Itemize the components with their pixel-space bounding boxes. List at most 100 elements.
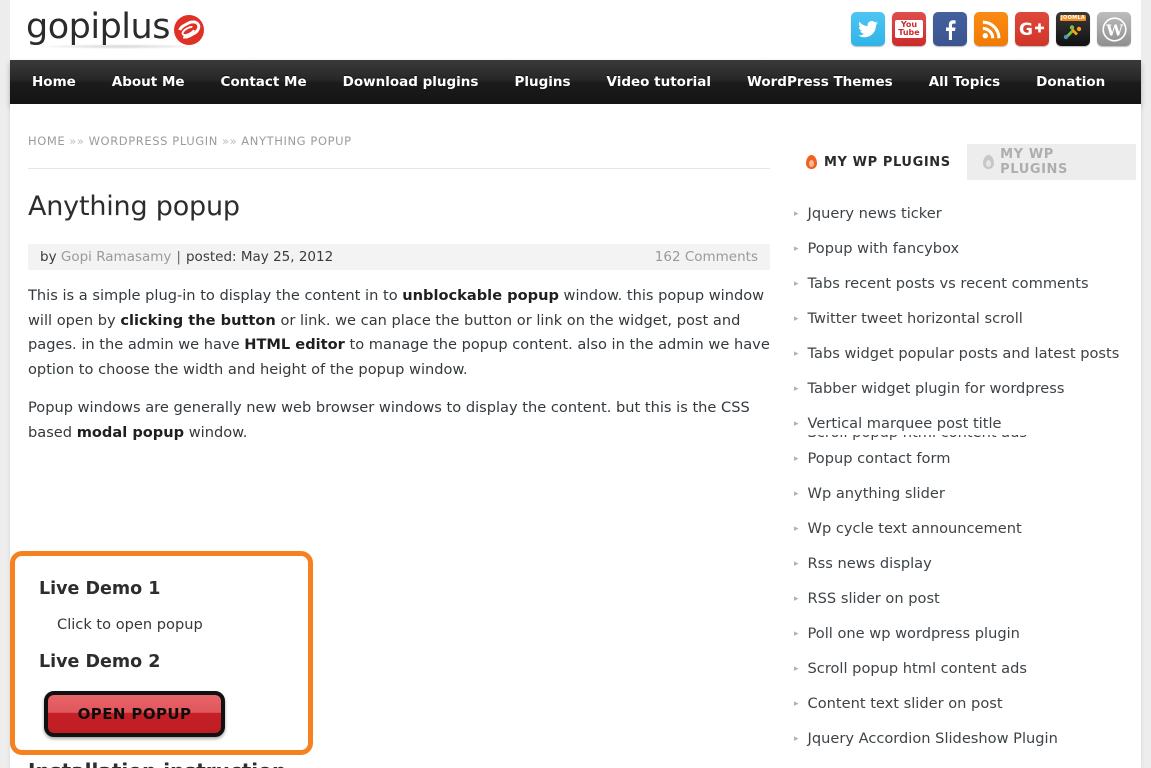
list-item[interactable]: ▸ Tabs widget popular posts and latest po… bbox=[790, 336, 1136, 371]
p1-bold-a: unblockable popup bbox=[402, 287, 559, 304]
list-item[interactable]: ▸ Popup with fancybox bbox=[790, 231, 1136, 266]
nav-item-donation[interactable]: Donation bbox=[1018, 74, 1123, 90]
p1-text-a: This is a simple plug-in to display the … bbox=[28, 287, 403, 304]
chevron-right-icon: ▸ bbox=[794, 418, 799, 429]
svg-text:G: G bbox=[1019, 20, 1033, 38]
chevron-right-icon: ▸ bbox=[794, 348, 799, 359]
nav-item-plugins[interactable]: Plugins bbox=[496, 74, 588, 90]
installation-instruction-title: Installation instruction bbox=[28, 759, 286, 768]
nav-item-home[interactable]: Home bbox=[10, 74, 94, 90]
chevron-right-icon: ▸ bbox=[794, 243, 799, 254]
content-container: HOME»» WORDPRESS PLUGIN»» ANYTHING POPUP A… bbox=[10, 104, 1141, 768]
live-demo-2-title: Live Demo 2 bbox=[39, 652, 161, 672]
svg-text:W: W bbox=[1105, 21, 1124, 39]
plugin-link: Poll one wp wordpress plugin bbox=[807, 625, 1020, 642]
click-to-open-popup-link[interactable]: Click to open popup bbox=[57, 616, 203, 633]
chevron-right-icon: ▸ bbox=[794, 383, 799, 394]
page-title: Anything popup bbox=[28, 191, 240, 222]
p1-bold-b: clicking the button bbox=[120, 311, 276, 329]
sidebar-tabs: MY WP PLUGINS MY WP PLUGINS bbox=[790, 144, 1136, 180]
chevron-right-icon: ▸ bbox=[794, 453, 799, 464]
chevron-right-icon: ▸ bbox=[794, 523, 799, 534]
chevron-right-icon: ▸ bbox=[794, 278, 799, 289]
ticker-partial-label: Scroll popup html content ads bbox=[808, 435, 1027, 441]
plugin-link: Jquery news ticker bbox=[807, 205, 942, 222]
list-item[interactable]: ▸ Tabber widget plugin for wordpress bbox=[790, 371, 1136, 406]
chevron-right-icon: ▸ bbox=[794, 733, 799, 744]
breadcrumb-item-home[interactable]: HOME bbox=[28, 134, 65, 148]
chevron-right-icon: ▸ bbox=[794, 435, 799, 438]
main-column: HOME»» WORDPRESS PLUGIN»» ANYTHING POPUP A… bbox=[10, 104, 770, 768]
breadcrumb-item-current: ANYTHING POPUP bbox=[241, 134, 352, 148]
meta-author[interactable]: Gopi Ramasamy bbox=[61, 249, 172, 265]
comments-count[interactable]: 162 Comments bbox=[655, 249, 758, 265]
main-navigation: Home About Me Contact Me Download plugin… bbox=[10, 60, 1141, 104]
plugin-link: Tabs widget popular posts and latest pos… bbox=[807, 345, 1120, 362]
nav-item-all-topics[interactable]: All Topics bbox=[911, 74, 1018, 90]
plugin-list: ▸ Jquery news ticker ▸ Popup with fancybox… bbox=[790, 196, 1136, 756]
list-item[interactable]: ▸ Twitter tweet horizontal scroll bbox=[790, 301, 1136, 336]
plugin-link: Vertical marquee post title bbox=[807, 415, 1002, 432]
list-item[interactable]: ▸ Wp anything slider bbox=[790, 476, 1136, 511]
meta-by-label: by bbox=[40, 249, 57, 265]
list-item[interactable]: ▸ RSS slider on post bbox=[790, 581, 1136, 616]
social-icon-bar: You Tube G JOOMLA W bbox=[851, 12, 1131, 46]
youtube-glyph: You Tube bbox=[895, 20, 923, 38]
facebook-icon[interactable] bbox=[933, 12, 967, 46]
plugin-link: Wp cycle text announcement bbox=[807, 520, 1022, 537]
ticker-partial-row: ▸ Scroll popup html content ads bbox=[790, 435, 1136, 453]
nav-item-about-me[interactable]: About Me bbox=[94, 74, 203, 90]
joomla-icon[interactable]: JOOMLA bbox=[1056, 12, 1090, 46]
nav-item-download-plugins[interactable]: Download plugins bbox=[325, 74, 497, 90]
p2-text-b: window. bbox=[184, 423, 248, 441]
flame-icon bbox=[982, 154, 994, 170]
nav-item-video-tutorial[interactable]: Video tutorial bbox=[589, 74, 729, 90]
nav-item-contact-me[interactable]: Contact Me bbox=[203, 74, 325, 90]
tab-label: MY WP PLUGINS bbox=[1000, 147, 1068, 177]
chevron-right-icon: ▸ bbox=[794, 698, 799, 709]
site-logo[interactable]: gopiplus bbox=[26, 6, 206, 48]
list-item[interactable]: ▸ Tabs recent posts vs recent comments bbox=[790, 266, 1136, 301]
open-popup-button[interactable]: OPEN POPUP bbox=[44, 691, 225, 737]
sidebar: MY WP PLUGINS MY WP PLUGINS ▸ Jquery news… bbox=[790, 144, 1136, 756]
intro-paragraph-2: Popup windows are generally new web brow… bbox=[28, 396, 770, 445]
list-item[interactable]: ▸ Scroll popup html content ads bbox=[790, 651, 1136, 686]
list-item[interactable]: ▸ Jquery news ticker bbox=[790, 196, 1136, 231]
rss-icon[interactable] bbox=[974, 12, 1008, 46]
plugin-link: Scroll popup html content ads bbox=[807, 660, 1027, 677]
nav-list: Home About Me Contact Me Download plugin… bbox=[10, 60, 1141, 104]
breadcrumb-item-wordpress-plugin[interactable]: WORDPRESS PLUGIN bbox=[89, 134, 218, 148]
live-demo-1-title: Live Demo 1 bbox=[39, 579, 161, 599]
chevron-right-icon: ▸ bbox=[794, 593, 799, 604]
tab-my-wp-plugins-active[interactable]: MY WP PLUGINS bbox=[790, 144, 967, 180]
live-demo-highlight-box: Live Demo 1 Click to open popup Live Dem… bbox=[10, 551, 313, 755]
page-root: gopiplus You Tube G JOOMLA W Home About … bbox=[0, 0, 1151, 768]
googleplus-icon[interactable]: G bbox=[1015, 12, 1049, 46]
plugin-link: Rss news display bbox=[807, 555, 932, 572]
plugin-link: Tabs recent posts vs recent comments bbox=[807, 275, 1089, 292]
swirl-logo-icon bbox=[172, 13, 206, 47]
twitter-icon[interactable] bbox=[851, 12, 885, 46]
list-item[interactable]: ▸ Poll one wp wordpress plugin bbox=[790, 616, 1136, 651]
joomla-label: JOOMLA bbox=[1060, 15, 1086, 21]
chevron-right-icon: ▸ bbox=[794, 558, 799, 569]
tab-my-wp-plugins-inactive[interactable]: MY WP PLUGINS bbox=[966, 144, 1136, 180]
logo-text: gopiplus bbox=[26, 7, 170, 47]
meta-date: May 25, 2012 bbox=[240, 249, 334, 265]
list-item[interactable]: ▸ Jquery Accordion Slideshow Plugin bbox=[790, 721, 1136, 756]
post-meta: by Gopi Ramasamy | posted: May 25, 2012 16… bbox=[28, 244, 770, 270]
list-item[interactable]: ▸ Rss news display bbox=[790, 546, 1136, 581]
p1-bold-c: HTML editor bbox=[244, 336, 345, 354]
plugin-link: Tabber widget plugin for wordpress bbox=[807, 380, 1065, 397]
plugin-link: Popup with fancybox bbox=[807, 240, 960, 257]
youtube-icon[interactable]: You Tube bbox=[892, 12, 926, 46]
chevron-right-icon: ▸ bbox=[794, 628, 799, 639]
chevron-right-icon: ▸ bbox=[794, 208, 799, 219]
breadcrumb: HOME»» WORDPRESS PLUGIN»» ANYTHING POPUP bbox=[28, 104, 770, 169]
intro-paragraph-1: This is a simple plug-in to display the … bbox=[28, 284, 770, 382]
nav-item-wordpress-themes[interactable]: WordPress Themes bbox=[729, 74, 911, 90]
flame-icon bbox=[806, 154, 817, 170]
wordpress-icon[interactable]: W bbox=[1097, 12, 1131, 46]
list-item[interactable]: ▸ Content text slider on post bbox=[790, 686, 1136, 721]
list-item[interactable]: ▸ Wp cycle text announcement bbox=[790, 511, 1136, 546]
